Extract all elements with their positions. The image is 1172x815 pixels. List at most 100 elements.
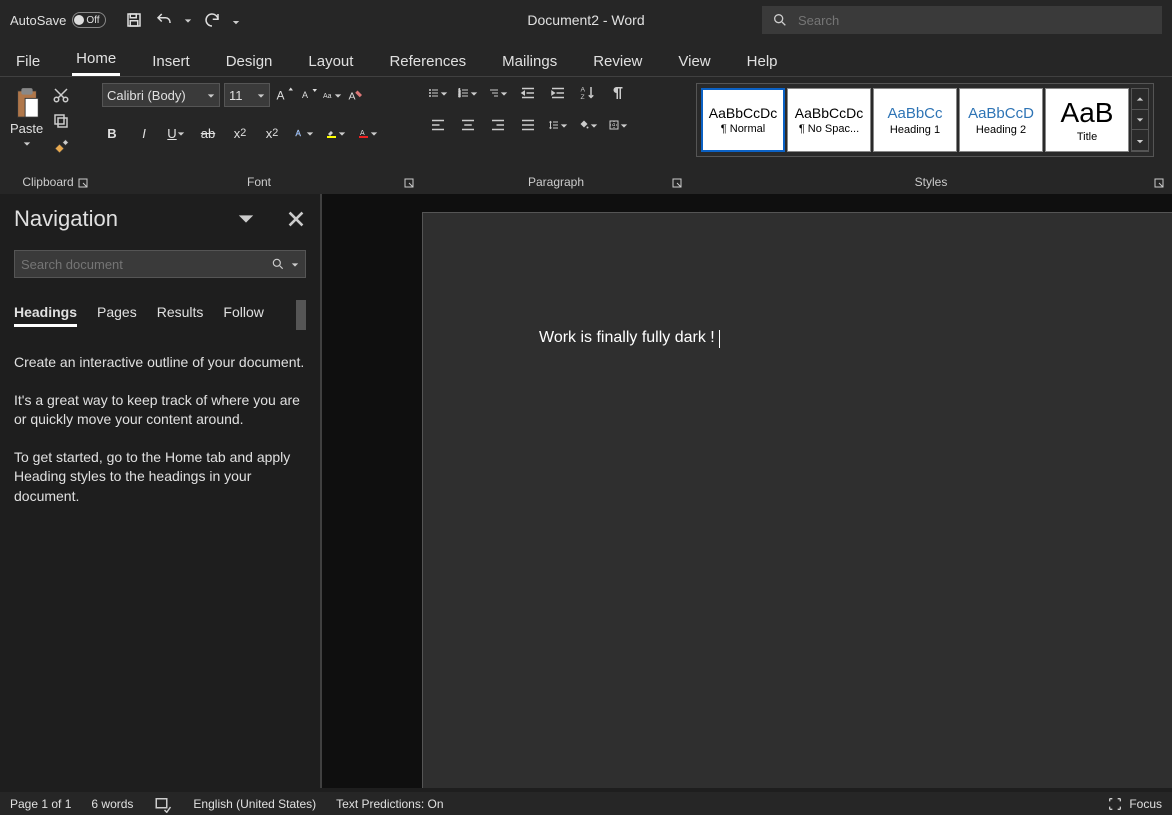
tab-view[interactable]: View — [674, 47, 714, 76]
paste-button[interactable]: Paste — [6, 83, 47, 155]
grow-font-icon[interactable]: A — [274, 85, 294, 105]
qat-customize-icon[interactable] — [232, 13, 240, 28]
tab-insert[interactable]: Insert — [148, 47, 194, 76]
nav-tab-results[interactable]: Results — [157, 300, 204, 327]
undo-icon[interactable] — [154, 10, 174, 30]
spellcheck-icon[interactable] — [153, 794, 173, 814]
style-normal[interactable]: AaBbCcDc¶ Normal — [701, 88, 785, 152]
redo-icon[interactable] — [202, 10, 222, 30]
clear-formatting-icon[interactable]: A — [346, 85, 366, 105]
numbering-icon[interactable]: 123 — [458, 83, 478, 103]
increase-indent-icon[interactable] — [548, 83, 568, 103]
page[interactable]: Work is finally fully dark ! — [422, 212, 1172, 788]
paragraph-group-label: Paragraph — [528, 175, 584, 189]
cut-icon[interactable] — [51, 85, 71, 105]
change-case-icon[interactable]: Aa — [322, 85, 342, 105]
highlight-icon[interactable] — [326, 123, 346, 143]
tab-references[interactable]: References — [385, 47, 470, 76]
navigation-title: Navigation — [14, 206, 118, 232]
navigation-pane: Navigation Headings Pages Results Follow… — [0, 194, 322, 788]
text-effects-icon[interactable]: A — [294, 123, 314, 143]
bold-button[interactable]: B — [102, 123, 122, 143]
style-title[interactable]: AaBTitle — [1045, 88, 1129, 152]
status-focus[interactable]: Focus — [1129, 797, 1162, 811]
shrink-font-icon[interactable]: A — [298, 85, 318, 105]
autosave-label: AutoSave — [10, 13, 66, 28]
align-center-icon[interactable] — [458, 115, 478, 135]
italic-button[interactable]: I — [134, 123, 154, 143]
nav-dropdown-icon[interactable] — [236, 209, 256, 229]
svg-text:A: A — [296, 129, 302, 138]
undo-dropdown-icon[interactable] — [184, 13, 192, 28]
decrease-indent-icon[interactable] — [518, 83, 538, 103]
svg-text:A: A — [277, 89, 285, 103]
nav-search-input[interactable] — [21, 257, 265, 272]
svg-text:Aa: Aa — [323, 93, 332, 100]
style-heading1[interactable]: AaBbCcHeading 1 — [873, 88, 957, 152]
svg-text:3: 3 — [459, 94, 461, 98]
tab-design[interactable]: Design — [222, 47, 277, 76]
status-page[interactable]: Page 1 of 1 — [10, 797, 71, 811]
nav-tab-follow[interactable]: Follow — [223, 300, 263, 327]
styles-gallery: AaBbCcDc¶ Normal AaBbCcDc¶ No Spac... Aa… — [696, 83, 1154, 157]
styles-group-label: Styles — [915, 175, 948, 189]
styles-dialog-icon[interactable] — [1154, 174, 1164, 194]
style-heading2[interactable]: AaBbCcDHeading 2 — [959, 88, 1043, 152]
tab-help[interactable]: Help — [743, 47, 782, 76]
autosave-toggle[interactable]: AutoSave Off — [10, 12, 106, 28]
tab-home[interactable]: Home — [72, 44, 120, 76]
svg-text:A: A — [360, 130, 365, 137]
styles-expand-icon[interactable] — [1132, 130, 1148, 151]
document-title: Document2 - Word — [527, 12, 644, 28]
strikethrough-button[interactable]: ab — [198, 123, 218, 143]
nav-search-options-icon[interactable] — [291, 257, 299, 272]
document-area[interactable]: Work is finally fully dark ! — [322, 194, 1172, 788]
font-dialog-icon[interactable] — [404, 174, 414, 194]
svg-text:A: A — [581, 87, 586, 94]
paragraph-dialog-icon[interactable] — [672, 174, 682, 194]
bullets-icon[interactable] — [428, 83, 448, 103]
search-box[interactable] — [762, 6, 1162, 34]
styles-scroll-down-icon[interactable] — [1132, 110, 1148, 131]
font-color-icon[interactable]: A — [358, 123, 378, 143]
tab-file[interactable]: File — [12, 47, 44, 76]
document-text: Work is finally fully dark ! — [539, 329, 715, 346]
multilevel-list-icon[interactable] — [488, 83, 508, 103]
style-no-spacing[interactable]: AaBbCcDc¶ No Spac... — [787, 88, 871, 152]
search-icon — [772, 12, 788, 28]
show-marks-icon[interactable] — [608, 83, 628, 103]
status-predictions[interactable]: Text Predictions: On — [336, 797, 443, 811]
save-icon[interactable] — [124, 10, 144, 30]
nav-tab-headings[interactable]: Headings — [14, 300, 77, 327]
status-words[interactable]: 6 words — [91, 797, 133, 811]
nav-tab-scroll-icon[interactable] — [296, 300, 306, 330]
tab-review[interactable]: Review — [589, 47, 646, 76]
align-right-icon[interactable] — [488, 115, 508, 135]
nav-search-box[interactable] — [14, 250, 306, 278]
font-group-label: Font — [247, 175, 271, 189]
status-language[interactable]: English (United States) — [193, 797, 316, 811]
underline-button[interactable]: U — [166, 123, 186, 143]
nav-close-icon[interactable] — [286, 209, 306, 229]
styles-scroll-up-icon[interactable] — [1132, 89, 1148, 110]
tab-layout[interactable]: Layout — [304, 47, 357, 76]
font-size-combo[interactable]: 11 — [224, 83, 270, 107]
copy-icon[interactable] — [51, 111, 71, 131]
line-spacing-icon[interactable] — [548, 115, 568, 135]
nav-tab-pages[interactable]: Pages — [97, 300, 137, 327]
justify-icon[interactable] — [518, 115, 538, 135]
clipboard-dialog-icon[interactable] — [78, 174, 88, 194]
search-input[interactable] — [798, 13, 1152, 28]
superscript-button[interactable]: x2 — [262, 123, 282, 143]
shading-icon[interactable] — [578, 115, 598, 135]
svg-text:A: A — [349, 91, 356, 103]
borders-icon[interactable] — [608, 115, 628, 135]
clipboard-group-label: Clipboard — [22, 175, 73, 189]
tab-mailings[interactable]: Mailings — [498, 47, 561, 76]
font-name-combo[interactable]: Calibri (Body) — [102, 83, 220, 107]
paste-icon — [12, 87, 42, 121]
subscript-button[interactable]: x2 — [230, 123, 250, 143]
align-left-icon[interactable] — [428, 115, 448, 135]
format-painter-icon[interactable] — [51, 137, 71, 157]
sort-icon[interactable]: AZ — [578, 83, 598, 103]
